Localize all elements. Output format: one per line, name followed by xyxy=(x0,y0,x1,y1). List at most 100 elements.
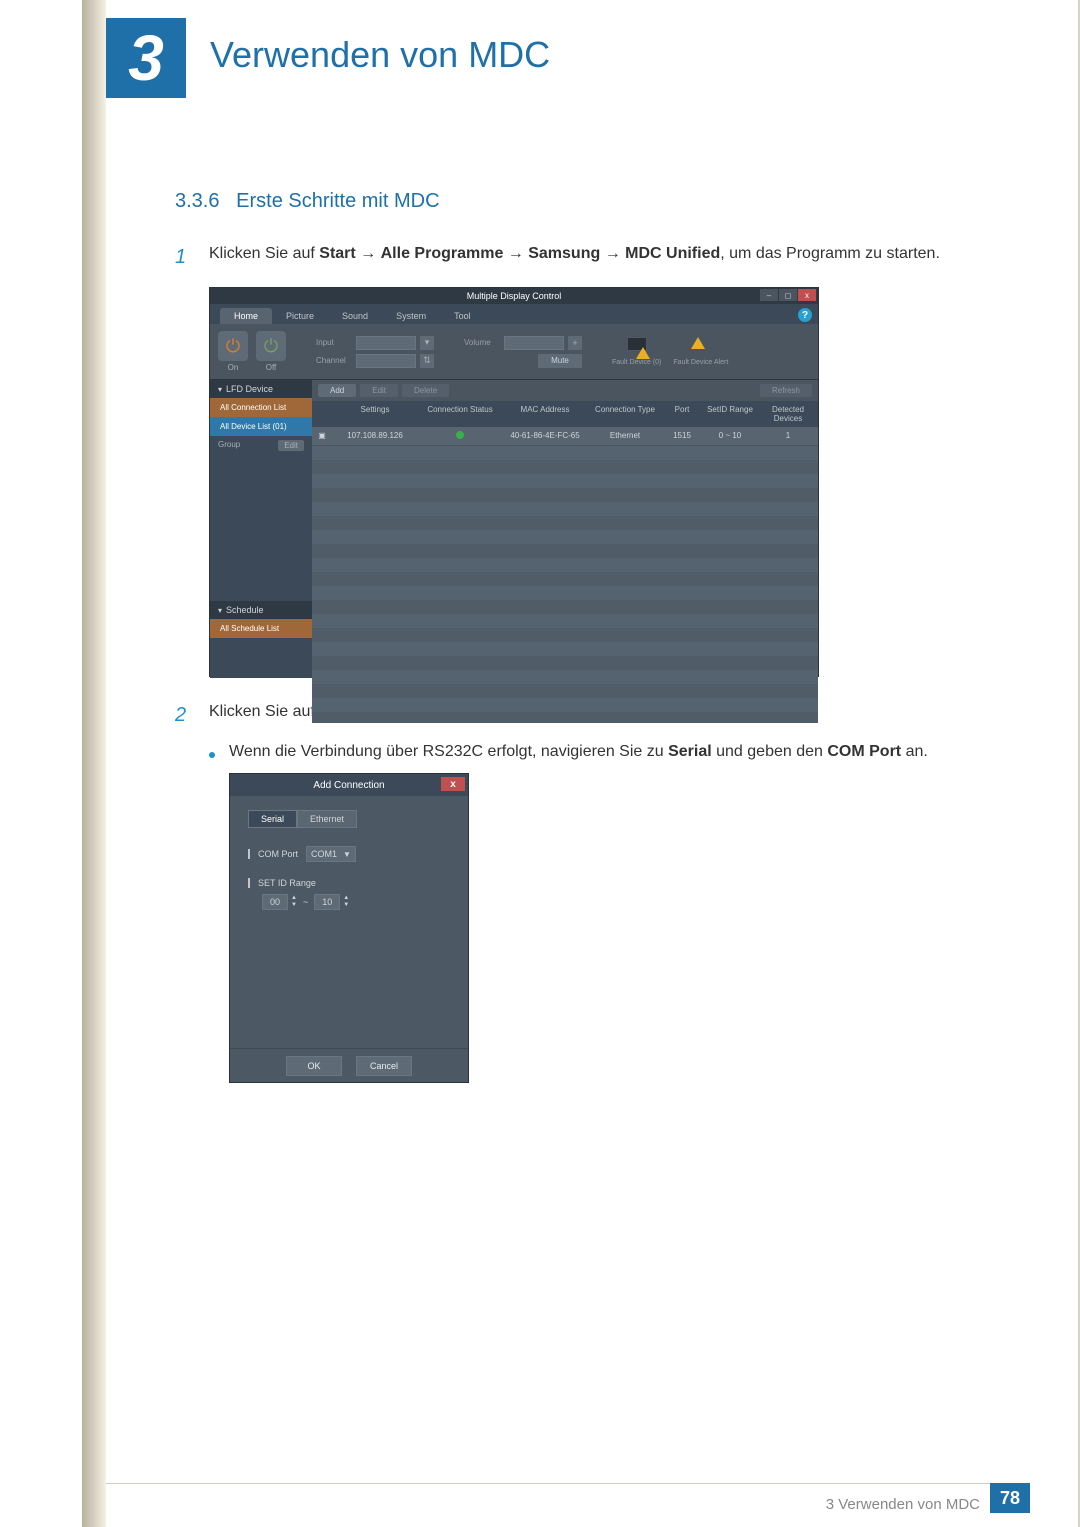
dialog-titlebar: Add Connection x xyxy=(230,774,468,796)
window-minimize-button[interactable]: – xyxy=(760,289,778,301)
channel-stepper-icon[interactable]: ⇅ xyxy=(420,354,434,368)
mdc-titlebar: Multiple Display Control – ◻ x xyxy=(210,288,818,304)
input-label: Input xyxy=(316,338,352,347)
step-2-bullet: Wenn die Verbindung über RS232C erfolgt,… xyxy=(209,743,955,761)
window-close-button[interactable]: x xyxy=(798,289,816,301)
chapter-number: 3 xyxy=(128,21,164,95)
field-marker-icon xyxy=(248,849,250,859)
com-port-field: COM Port COM1 ▼ xyxy=(248,846,450,862)
com-port-select[interactable]: COM1 ▼ xyxy=(306,846,356,862)
table-row[interactable]: ▣ 107.108.89.126 40-61-86-4E-FC-65 Ether… xyxy=(312,427,818,446)
refresh-button[interactable]: Refresh xyxy=(760,384,812,397)
com-port-value: COM1 xyxy=(311,849,337,859)
cell-settings: 107.108.89.126 xyxy=(332,427,418,445)
warning-icon xyxy=(636,347,650,359)
sidebar-group-label: Group xyxy=(218,440,240,451)
footer-chapter-text: 3 Verwenden von MDC xyxy=(826,1496,980,1513)
step-2-number: 2 xyxy=(175,699,193,731)
cell-mac: 40-61-86-4E-FC-65 xyxy=(502,427,588,445)
section-title-text: Erste Schritte mit MDC xyxy=(236,190,439,212)
setid-to-stepper[interactable]: 10 ▲▼ xyxy=(314,894,349,910)
power-on-button[interactable]: ⏻ xyxy=(218,331,248,361)
col-settings[interactable]: Settings xyxy=(332,401,418,427)
window-maximize-button[interactable]: ◻ xyxy=(779,289,797,301)
setid-to-value: 10 xyxy=(314,894,340,910)
dialog-footer: OK Cancel xyxy=(230,1048,468,1082)
help-icon[interactable]: ? xyxy=(798,308,812,322)
step-1: 1 Klicken Sie auf Start → Alle Programme… xyxy=(175,241,955,273)
ok-button[interactable]: OK xyxy=(286,1056,342,1076)
volume-plus-icon[interactable]: + xyxy=(568,336,582,350)
power-on-icon: ⏻ xyxy=(226,336,240,357)
sidebar-item-all-connection[interactable]: All Connection List xyxy=(210,398,312,417)
field-marker-icon xyxy=(248,878,250,888)
edit-button[interactable]: Edit xyxy=(360,384,398,397)
setid-from-value: 00 xyxy=(262,894,288,910)
bullet-text: Wenn die Verbindung über RS232C erfolgt,… xyxy=(229,743,928,761)
channel-select[interactable] xyxy=(356,354,416,368)
dialog-title: Add Connection xyxy=(313,780,384,791)
stepper-arrows-icon: ▲▼ xyxy=(291,895,297,909)
sidebar-item-all-device[interactable]: All Device List (01) xyxy=(210,417,312,436)
power-off-button[interactable]: ⏻ xyxy=(256,331,286,361)
chevron-down-icon: ▼ xyxy=(343,850,351,859)
tab-tool[interactable]: Tool xyxy=(440,308,485,324)
sidebar-section-schedule[interactable]: Schedule xyxy=(210,601,312,619)
tab-picture[interactable]: Picture xyxy=(272,308,328,324)
device-grid: Settings Connection Status MAC Address C… xyxy=(312,401,818,678)
col-setid-range[interactable]: SetID Range xyxy=(702,401,758,427)
input-select[interactable] xyxy=(356,336,416,350)
com-port-label: COM Port xyxy=(258,849,298,859)
col-port[interactable]: Port xyxy=(662,401,702,427)
volume-input[interactable] xyxy=(504,336,564,350)
bullet-icon xyxy=(209,752,215,758)
mdc-sidebar: LFD Device All Connection List All Devic… xyxy=(210,380,312,678)
delete-button[interactable]: Delete xyxy=(402,384,449,397)
fault-alert-label: Fault Device Alert xyxy=(673,359,728,367)
step-1-text: Klicken Sie auf Start → Alle Programme →… xyxy=(209,241,940,273)
section-number: 3.3.6 xyxy=(175,190,219,212)
mute-button[interactable]: Mute xyxy=(538,354,582,368)
sidebar-item-all-schedule[interactable]: All Schedule List xyxy=(210,619,312,638)
setid-from-stepper[interactable]: 00 ▲▼ xyxy=(262,894,297,910)
add-button[interactable]: Add xyxy=(318,384,356,397)
grid-empty-rows xyxy=(312,446,818,723)
range-tilde: ~ xyxy=(303,897,308,907)
grid-header-row: Settings Connection Status MAC Address C… xyxy=(312,401,818,427)
stepper-arrows-icon: ▲▼ xyxy=(343,895,349,909)
col-detected[interactable]: Detected Devices xyxy=(758,401,818,427)
mdc-main-window: Multiple Display Control – ◻ x ? Home Pi… xyxy=(209,287,819,677)
col-connection-type[interactable]: Connection Type xyxy=(588,401,662,427)
power-on-label: On xyxy=(228,363,239,372)
sidebar-section-lfd[interactable]: LFD Device xyxy=(210,380,312,398)
volume-label: Volume xyxy=(464,338,500,347)
mdc-ribbon: ⏻ On ⏻ Off Input ▾ Channel xyxy=(210,324,818,380)
section-heading: 3.3.6 Erste Schritte mit MDC xyxy=(175,190,955,213)
mdc-tabs: Home Picture Sound System Tool xyxy=(210,304,818,324)
page-side-tab xyxy=(82,0,106,1527)
mdc-actionbar: Add Edit Delete Refresh xyxy=(312,380,818,401)
fault-alert-icon[interactable] xyxy=(691,337,711,357)
sidebar-group-row: Group Edit xyxy=(210,436,312,455)
cell-status xyxy=(418,427,502,445)
dialog-tab-ethernet[interactable]: Ethernet xyxy=(297,810,357,828)
chapter-title: Verwenden von MDC xyxy=(210,34,550,76)
page-number: 78 xyxy=(990,1483,1030,1513)
dialog-tab-serial[interactable]: Serial xyxy=(248,810,297,828)
dialog-tabs: Serial Ethernet xyxy=(248,810,450,828)
input-dropdown-icon[interactable]: ▾ xyxy=(420,336,434,350)
setid-range-field: SET ID Range 00 ▲▼ ~ 10 ▲▼ xyxy=(248,878,450,910)
col-connection-status[interactable]: Connection Status xyxy=(418,401,502,427)
dialog-close-button[interactable]: x xyxy=(441,777,465,791)
tab-system[interactable]: System xyxy=(382,308,440,324)
tab-home[interactable]: Home xyxy=(220,308,272,324)
cancel-button[interactable]: Cancel xyxy=(356,1056,412,1076)
setid-range-label: SET ID Range xyxy=(258,878,316,888)
fault-device-icon[interactable] xyxy=(627,337,647,357)
mdc-title: Multiple Display Control xyxy=(467,291,562,301)
col-mac[interactable]: MAC Address xyxy=(502,401,588,427)
tab-sound[interactable]: Sound xyxy=(328,308,382,324)
cell-port: 1515 xyxy=(662,427,702,445)
sidebar-group-edit-button[interactable]: Edit xyxy=(278,440,304,451)
row-checkbox[interactable]: ▣ xyxy=(312,427,332,445)
